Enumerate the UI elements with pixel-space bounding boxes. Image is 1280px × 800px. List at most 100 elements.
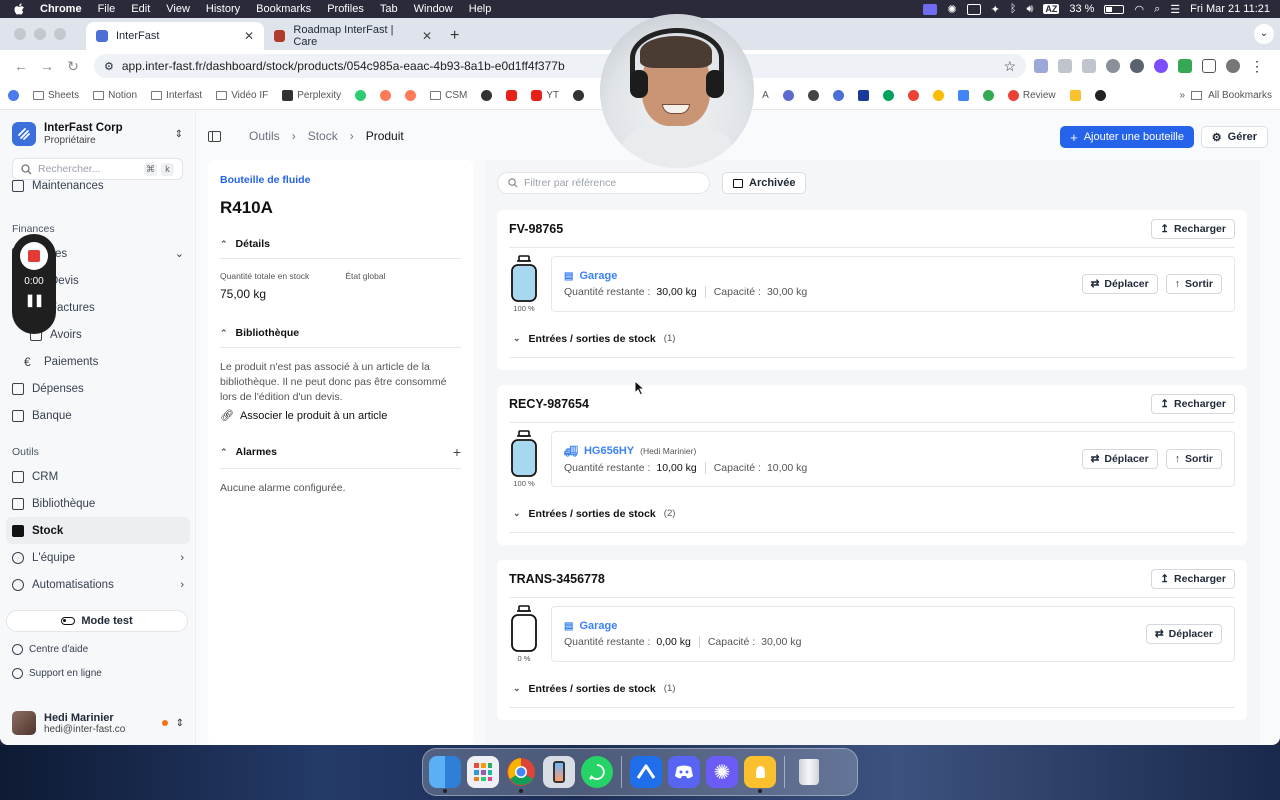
- bookmark-video-if[interactable]: Vidéo IF: [216, 90, 268, 101]
- address-bar[interactable]: ⚙ app.inter-fast.fr/dashboard/stock/prod…: [94, 54, 1026, 78]
- add-alarm-icon[interactable]: +: [453, 444, 461, 460]
- bookmark-linear[interactable]: [782, 90, 794, 101]
- trash-icon[interactable]: [793, 756, 825, 788]
- move-button[interactable]: ⇄ Déplacer: [1145, 624, 1222, 644]
- brightness-icon[interactable]: ✺: [947, 3, 956, 16]
- chevron-up-down-icon[interactable]: ⇕: [175, 129, 183, 140]
- zoom-window-button[interactable]: [54, 28, 66, 40]
- breadcrumb-stock[interactable]: Stock: [308, 129, 338, 143]
- details-section-header[interactable]: ⌃ Détails: [220, 238, 461, 259]
- menu-window[interactable]: Window: [414, 3, 453, 15]
- bookmark-up[interactable]: [1094, 90, 1106, 101]
- bookmark-maps[interactable]: [982, 90, 994, 101]
- bookmark-yt[interactable]: YT: [531, 90, 559, 101]
- forward-icon[interactable]: →: [34, 58, 60, 74]
- tab-search-chevron-icon[interactable]: ⌄: [1254, 24, 1274, 44]
- site-settings-icon[interactable]: ⚙: [104, 60, 114, 73]
- webcam-overlay[interactable]: [600, 14, 754, 168]
- bookmark-blue[interactable]: [832, 90, 844, 101]
- bookmark-dark-3[interactable]: [807, 90, 819, 101]
- iphone-mirroring-icon[interactable]: [543, 756, 575, 788]
- bookmark-meet[interactable]: [882, 90, 894, 101]
- all-bookmarks[interactable]: » All Bookmarks: [1180, 90, 1272, 101]
- bookmark-perplexity[interactable]: Perplexity: [282, 90, 341, 101]
- bookmark-a[interactable]: A: [762, 90, 769, 101]
- extension-icon[interactable]: [1154, 59, 1168, 73]
- close-tab-icon[interactable]: ✕: [244, 29, 254, 43]
- chrome-icon[interactable]: [505, 756, 537, 793]
- sidebar-toggle-icon[interactable]: [208, 130, 221, 142]
- move-button[interactable]: ⇄ Déplacer: [1081, 449, 1158, 469]
- sidebar-item-paiements[interactable]: € Paiements: [0, 348, 196, 375]
- mode-test-toggle[interactable]: Mode test: [6, 610, 188, 632]
- finder-icon[interactable]: [429, 756, 461, 793]
- bookmark-youtube[interactable]: [506, 90, 518, 101]
- bookmark-apps-icon[interactable]: [8, 90, 19, 101]
- location-name[interactable]: ▤ Garage: [564, 620, 1146, 632]
- exit-button[interactable]: ↑ Sortir: [1165, 449, 1222, 469]
- bookmark-p[interactable]: [857, 90, 869, 101]
- org-switcher[interactable]: InterFast Corp Propriétaire ⇕: [0, 110, 195, 158]
- move-button[interactable]: ⇄ Déplacer: [1081, 274, 1158, 294]
- sidebar-item-automatisations[interactable]: Automatisations ›: [0, 571, 196, 598]
- bookmark-hubspot-2[interactable]: [405, 90, 417, 101]
- datetime[interactable]: Fri Mar 21 11:21: [1190, 3, 1270, 15]
- location-name[interactable]: 🚚︎ HG656HY (Hedi Marinier): [564, 445, 1082, 458]
- sidebar-item-crm[interactable]: CRM: [0, 463, 196, 490]
- perplexity-app-icon[interactable]: ✺: [706, 756, 738, 788]
- manage-button[interactable]: ⚙ Gérer: [1200, 126, 1268, 148]
- url-text[interactable]: app.inter-fast.fr/dashboard/stock/produc…: [122, 59, 565, 73]
- link-article-button[interactable]: 🔗︎ Associer le produit à un article: [220, 409, 461, 423]
- tab-interfast[interactable]: InterFast ✕: [86, 22, 264, 50]
- chevron-up-down-icon[interactable]: ⇕: [176, 718, 184, 729]
- close-window-button[interactable]: [14, 28, 26, 40]
- menu-help[interactable]: Help: [469, 3, 492, 15]
- volume-icon[interactable]: 🔊︎: [1026, 3, 1033, 16]
- tab-roadmap[interactable]: Roadmap InterFast | Care ✕: [264, 22, 442, 50]
- chevron-right-icon[interactable]: ›: [180, 579, 184, 591]
- display-icon[interactable]: [966, 3, 981, 15]
- extension-icon[interactable]: [1082, 59, 1096, 73]
- puzzle-icon[interactable]: [1202, 59, 1216, 73]
- stop-recording-button[interactable]: [20, 242, 48, 270]
- sidebar-item-bibliotheque[interactable]: Bibliothèque: [0, 490, 196, 517]
- bookmark-dark-2[interactable]: [573, 90, 585, 101]
- support-link[interactable]: Support en ligne: [0, 668, 196, 679]
- user-menu[interactable]: Hedi Marinier hedi@inter-fast.co ⇕: [0, 705, 196, 741]
- recharge-button[interactable]: ↥ Recharger: [1151, 393, 1235, 414]
- extension-icon[interactable]: [1130, 59, 1144, 73]
- discord-icon[interactable]: [668, 756, 700, 788]
- menu-bookmarks[interactable]: Bookmarks: [256, 3, 311, 15]
- arc-browser-icon[interactable]: [630, 756, 662, 788]
- stock-movements-toggle[interactable]: ⌄ Entrées / sorties de stock (1): [509, 320, 1235, 358]
- breadcrumb-outils[interactable]: Outils: [249, 129, 280, 143]
- exit-button[interactable]: ↑ Sortir: [1165, 274, 1222, 294]
- menu-tab[interactable]: Tab: [380, 3, 398, 15]
- new-tab-icon[interactable]: +: [450, 22, 459, 50]
- sidebar-item-depenses[interactable]: Dépenses: [0, 375, 196, 402]
- chevron-down-icon[interactable]: ⌄: [175, 247, 184, 260]
- stock-movements-toggle[interactable]: ⌄ Entrées / sorties de stock (1): [509, 670, 1235, 708]
- bluetooth-icon[interactable]: ᛒ: [1010, 3, 1017, 15]
- help-center-link[interactable]: Centre d'aide: [0, 644, 196, 655]
- chevron-right-icon[interactable]: ›: [180, 552, 184, 564]
- wifi-icon[interactable]: ◠: [1134, 3, 1144, 16]
- extension-icon[interactable]: [1058, 59, 1072, 73]
- stock-movements-toggle[interactable]: ⌄ Entrées / sorties de stock (2): [509, 495, 1235, 533]
- keyboard-input-badge[interactable]: AZ: [1043, 4, 1060, 14]
- recharge-button[interactable]: ↥ Recharger: [1151, 218, 1235, 239]
- menu-app-name[interactable]: Chrome: [40, 3, 82, 15]
- library-section-header[interactable]: ⌃ Bibliothèque: [220, 327, 461, 348]
- bookmark-dark[interactable]: [481, 90, 493, 101]
- bookmark-hubspot[interactable]: [380, 90, 392, 101]
- sidebar-item-equipe[interactable]: L'équipe ›: [0, 544, 196, 571]
- menu-profiles[interactable]: Profiles: [327, 3, 364, 15]
- menu-file[interactable]: File: [98, 3, 116, 15]
- menu-history[interactable]: History: [206, 3, 240, 15]
- back-icon[interactable]: ←: [8, 58, 34, 74]
- sidebar-item-maintenances[interactable]: Maintenances: [0, 176, 196, 192]
- reference-filter-input[interactable]: Filtrer par référence: [497, 172, 710, 194]
- location-name[interactable]: ▤ Garage: [564, 270, 1082, 282]
- pause-icon[interactable]: ❚❚: [25, 293, 44, 307]
- bookmark-star-icon[interactable]: ☆: [1003, 58, 1016, 75]
